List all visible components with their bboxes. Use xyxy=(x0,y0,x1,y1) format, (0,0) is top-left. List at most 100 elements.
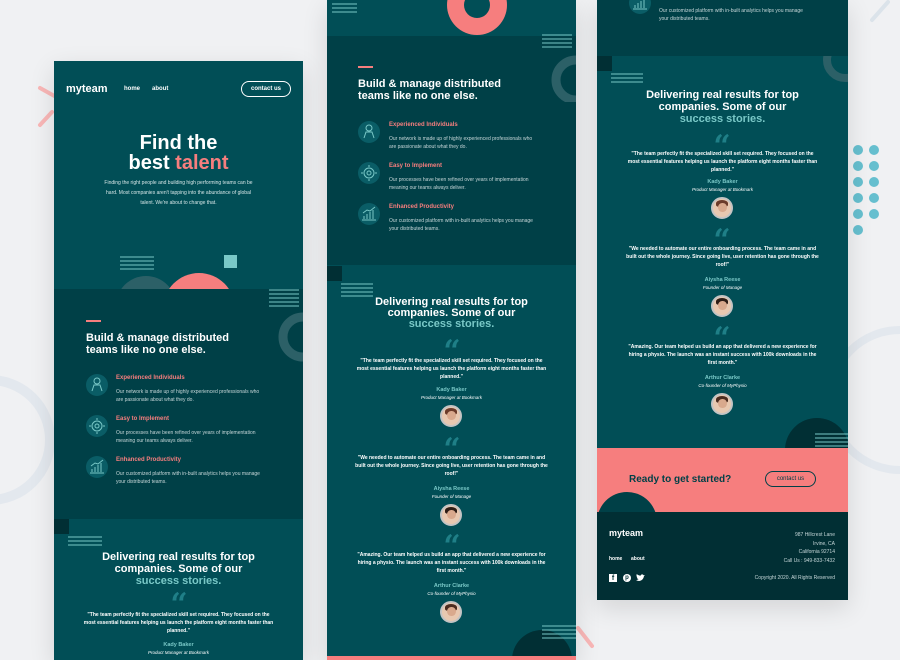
nav-home[interactable]: home xyxy=(124,86,140,92)
testimonial-1-line3: planned." xyxy=(711,167,734,173)
testimonial-3-line1: "Amazing. Our team helped us build an ap… xyxy=(628,344,817,350)
feature-text-3-line2: your distributed teams. xyxy=(659,16,710,22)
address-phone: Call Us : 949-833-7432 xyxy=(783,557,835,564)
results-heading-line2: companies. Some of our xyxy=(658,101,787,113)
results-heading-line1: Delivering real results for top xyxy=(646,89,799,101)
feature-title-2: Easy to Implement xyxy=(116,416,170,422)
feature-text-1: Our network is made up of highly experie… xyxy=(389,135,532,151)
person-icon xyxy=(358,121,380,143)
cta-heading: Ready to get started? xyxy=(629,474,732,485)
features-heading-line2: teams like no one else. xyxy=(86,344,206,356)
mockup-page-2: Build & manage distributed teams like no… xyxy=(327,0,576,660)
testimonial-2-line3: roof!" xyxy=(444,471,459,477)
cogs-icon xyxy=(358,162,380,184)
logo[interactable]: myteam xyxy=(66,83,108,95)
address-line-3: California 92714 xyxy=(798,549,835,555)
testimonial-3-line1: "Amazing. Our team helped us build an ap… xyxy=(357,552,546,558)
testimonial-3-line2: hiring a physio. The launch was an insta… xyxy=(357,560,546,566)
cta-decor xyxy=(598,492,656,512)
pinterest-icon[interactable]: p xyxy=(623,574,631,582)
cta-button[interactable]: contact us xyxy=(765,471,816,487)
testimonial-quote-2: "We needed to automate our entire onboar… xyxy=(337,454,566,478)
feature-text-3-line1: Our customized platform with in-built an… xyxy=(659,8,803,14)
testimonial-3-line3: first month." xyxy=(436,568,467,574)
features-decor xyxy=(269,289,303,362)
testimonial-name-1: Kady Baker xyxy=(436,387,467,393)
testimonial-role-3: Co-founder of MyPhysio xyxy=(698,383,747,388)
results-heading: Delivering real results for top companie… xyxy=(327,297,576,330)
feature-text-3: Our customized platform with in-built an… xyxy=(659,7,803,23)
feature-text-1-line1: Our network is made up of highly experie… xyxy=(116,389,260,395)
facebook-icon[interactable]: f xyxy=(609,574,617,582)
testimonial-role-3: Co-founder of MyPhysio xyxy=(427,591,476,596)
testimonial-role-2: Founder of Manage xyxy=(702,285,743,290)
testimonial-role-1: Product Manager at Bookmark xyxy=(691,187,754,192)
address-line-1: 987 Hillcrest Lane xyxy=(794,532,835,538)
feature-text-3: Our customized platform with in-built an… xyxy=(389,217,533,233)
results-heading: Delivering real results for top companie… xyxy=(597,89,848,125)
address-line-2: Irvine, CA xyxy=(813,540,835,547)
testimonial-3-line2: hiring a physio. The launch was an insta… xyxy=(628,352,817,358)
testimonial-2-line1: "We needed to automate our entire onboar… xyxy=(357,455,546,461)
copyright: Copyright 2020. All Rights Reserved xyxy=(754,575,835,581)
testimonial-1-line3: planned." xyxy=(440,374,463,380)
footer-nav-about[interactable]: about xyxy=(631,556,645,562)
testimonial-name-3: Arthur Clarke xyxy=(704,375,741,381)
features-accent-line xyxy=(86,320,101,322)
testimonial-name-1: Kady Baker xyxy=(707,179,738,185)
testimonial-name-2: Aiysha Reese xyxy=(704,277,741,283)
hero-title-best: best xyxy=(128,152,176,174)
testimonial-quote-3: "Amazing. Our team helped us build an ap… xyxy=(337,551,566,575)
results-heading-line3: success stories. xyxy=(135,575,222,587)
testimonial-1-line3: planned." xyxy=(167,628,190,634)
feature-text-2: Our processes have been refined over yea… xyxy=(116,429,256,445)
results-heading-line3: success stories. xyxy=(408,318,495,330)
feature-text-3-line2: your distributed teams. xyxy=(389,226,440,232)
testimonial-2-line2: built out the whole journey. Since going… xyxy=(626,254,819,260)
testimonial-role-2: Founder of Manage xyxy=(431,494,472,499)
features-heading: Build & manage distributed teams like no… xyxy=(358,78,501,102)
feature-text-1-line1: Our network is made up of highly experie… xyxy=(389,136,533,142)
testimonial-quote-1: "The team perfectly fit the specialized … xyxy=(607,150,838,174)
twitter-icon[interactable] xyxy=(636,574,645,582)
testimonial-name-2: Aiysha Reese xyxy=(433,486,470,492)
footer-logo[interactable]: myteam xyxy=(609,528,643,538)
feature-title-2: Easy to Implement xyxy=(389,163,443,169)
feature-text-3-line1: Our customized platform with in-built an… xyxy=(389,218,533,224)
features-decor xyxy=(542,34,576,102)
feature-title-3: Enhanced Productivity xyxy=(116,457,182,463)
feature-text-3-line2: your distributed teams. xyxy=(116,479,167,485)
testimonial-quote-3: "Amazing. Our team helped us build an ap… xyxy=(607,343,838,367)
contact-button[interactable]: contact us xyxy=(241,81,291,97)
testimonial-2-line2: built out the whole journey. Since going… xyxy=(355,463,548,469)
testimonial-role-1: Product Manager at Bookmark xyxy=(147,650,210,655)
feature-text-3-line1: Our customized platform with in-built an… xyxy=(116,471,260,477)
features-heading-line1: Build & manage distributed xyxy=(86,332,230,344)
features-heading-line1: Build & manage distributed xyxy=(358,78,502,90)
testimonial-1-line1: "The team perfectly fit the specialized … xyxy=(631,151,814,157)
hero-text: Finding the right people and building hi… xyxy=(104,180,253,206)
features-heading-line2: teams like no one else. xyxy=(358,90,478,102)
top-decor xyxy=(327,0,576,36)
avatar xyxy=(440,504,462,526)
feature-text-1-line2: are passionate about what they do. xyxy=(389,144,467,150)
feature-text-2-line2: meaning our teams always deliver. xyxy=(116,438,193,444)
chart-icon xyxy=(86,456,108,478)
testimonial-3-line3: first month." xyxy=(707,360,738,366)
testimonial-2-line1: "We needed to automate our entire onboar… xyxy=(628,246,817,252)
hero-title-line2: best talent xyxy=(54,152,303,175)
features-accent-line xyxy=(358,66,373,68)
chart-icon xyxy=(358,203,380,225)
testimonial-1-line2: most essential features helping us launc… xyxy=(83,620,274,626)
bottom-decor xyxy=(327,625,576,660)
nav-about[interactable]: about xyxy=(152,86,168,92)
hero-title-talent: talent xyxy=(175,152,229,174)
footer-nav-home[interactable]: home xyxy=(609,556,622,562)
testimonial-1-line2: most essential features helping us launc… xyxy=(356,366,547,372)
feature-text-2-line1: Our processes have been refined over yea… xyxy=(116,430,256,436)
mockup-page-3: Our customized platform with in-built an… xyxy=(597,0,848,600)
results-bottom-decor xyxy=(785,418,848,448)
chart-icon xyxy=(629,0,651,14)
testimonial-name-1: Kady Baker xyxy=(163,642,194,648)
feature-text-1-line2: are passionate about what they do. xyxy=(116,397,194,403)
